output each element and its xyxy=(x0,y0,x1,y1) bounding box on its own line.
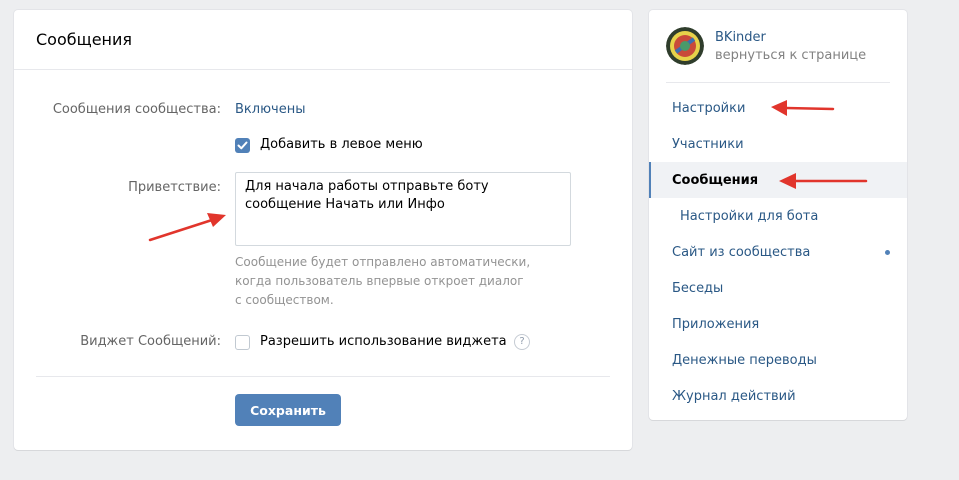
add-menu-label[interactable]: Добавить в левое меню xyxy=(260,137,423,152)
profile-back-link[interactable]: вернуться к странице xyxy=(715,48,866,63)
hint-line: когда пользователь впервые откроет диало… xyxy=(235,274,524,288)
sidebar-item-label: Сообщения xyxy=(672,172,759,188)
sidebar-item-label: Приложения xyxy=(672,316,760,332)
sidebar-item-label: Журнал действий xyxy=(672,388,796,404)
sidebar-item-members[interactable]: Участники xyxy=(649,126,907,162)
sidebar-item-label: Участники xyxy=(672,136,744,152)
widget-option-label[interactable]: Разрешить использование виджета xyxy=(260,334,507,349)
sidebar-item-messages[interactable]: Сообщения xyxy=(649,162,907,198)
sidebar-item-settings[interactable]: Настройки xyxy=(649,90,907,126)
panel-header: Сообщения xyxy=(14,10,632,70)
sidebar-item-apps[interactable]: Приложения xyxy=(649,306,907,342)
sidebar-item-label: Беседы xyxy=(672,280,724,296)
sidebar-item-chats[interactable]: Беседы xyxy=(649,270,907,306)
checkmark-icon xyxy=(237,141,248,150)
hint-line: Сообщение будет отправлено автоматически… xyxy=(235,255,531,269)
indicator-dot xyxy=(885,250,890,255)
greeting-hint: Сообщение будет отправлено автоматически… xyxy=(235,253,555,310)
page-title: Сообщения xyxy=(36,30,133,49)
help-icon[interactable]: ? xyxy=(514,334,530,350)
divider xyxy=(36,376,610,377)
save-button[interactable]: Сохранить xyxy=(235,394,341,426)
sidebar-item-label: Денежные переводы xyxy=(672,352,817,368)
greeting-textarea[interactable]: Для начала работы отправьте боту сообщен… xyxy=(235,172,571,246)
sidebar-item-log[interactable]: Журнал действий xyxy=(649,378,907,414)
widget-label: Виджет Сообщений: xyxy=(80,334,221,349)
widget-checkbox[interactable] xyxy=(235,335,250,350)
messages-status-link[interactable]: Включены xyxy=(235,102,305,117)
hint-line: с сообществом. xyxy=(235,293,334,307)
sidebar-item-site[interactable]: Сайт из сообщества xyxy=(649,234,907,270)
sidebar-item-label: Сайт из сообщества xyxy=(672,244,811,260)
sidebar-item-label: Настройки xyxy=(672,100,746,116)
messages-settings-panel: Сообщения Сообщения сообщества: Включены… xyxy=(14,10,632,450)
sidebar-item-transfers[interactable]: Денежные переводы xyxy=(649,342,907,378)
profile-block: BKinder вернуться к странице xyxy=(666,26,890,83)
greeting-label: Приветствие: xyxy=(128,180,221,195)
messages-label: Сообщения сообщества: xyxy=(52,102,221,117)
profile-name[interactable]: BKinder xyxy=(715,30,766,45)
avatar-icon xyxy=(666,27,704,65)
add-menu-checkbox[interactable] xyxy=(235,138,250,153)
sidebar-item-label: Настройки для бота xyxy=(680,208,819,224)
sidebar: BKinder вернуться к странице Настройки У… xyxy=(649,10,907,420)
sidebar-menu: Настройки Участники Сообщения Настройки … xyxy=(649,90,907,414)
avatar[interactable] xyxy=(666,27,704,65)
sidebar-item-bot-settings[interactable]: Настройки для бота xyxy=(649,198,907,234)
